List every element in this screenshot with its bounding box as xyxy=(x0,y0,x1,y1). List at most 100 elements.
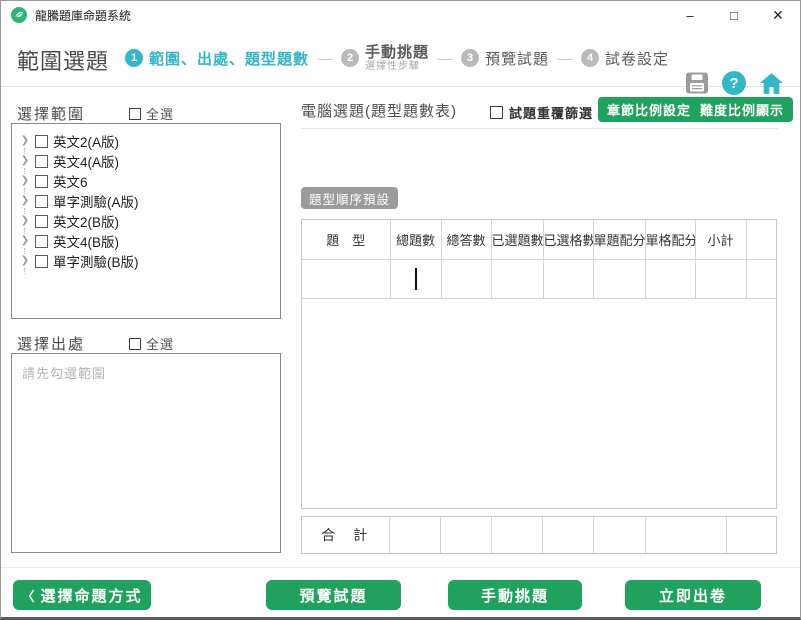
duplicate-filter-label: 試題重覆篩選 xyxy=(509,103,593,122)
tree-item-vocab-b[interactable]: ❯ 單字測驗(B版) xyxy=(19,251,280,271)
step-2-subtitle: 選擇性步驟 xyxy=(365,61,429,73)
maximize-button[interactable]: □ xyxy=(712,1,756,29)
col-header-selected-blanks: 已選格數 xyxy=(543,220,593,259)
tree-item-checkbox[interactable] xyxy=(35,255,48,268)
tree-item-label: 英文2(A版) xyxy=(53,131,119,151)
step-1-range[interactable]: 1 範圍、出處、題型題數 xyxy=(125,48,309,69)
tree-item-checkbox[interactable] xyxy=(35,135,48,148)
table-header-row: 題 型 總題數 總答數 已選題數 已選格數 單題配分 單格配分 小計 xyxy=(302,220,776,259)
home-icon[interactable] xyxy=(759,72,784,95)
back-button-label: 選擇命題方式 xyxy=(41,585,143,606)
range-select-all-label: 全選 xyxy=(146,104,174,123)
range-tree: ❯ 英文2(A版) ❯ 英文4(A版) ❯ 英文6 ❯ 單字測驗(A版) ❯ xyxy=(12,124,280,271)
chevron-right-icon[interactable]: ❯ xyxy=(19,195,31,207)
step-separator: — xyxy=(438,50,452,66)
step-2-badge: 2 xyxy=(341,49,359,67)
step-4-label: 試卷設定 xyxy=(605,48,669,69)
back-to-method-button[interactable]: 〈 選擇命題方式 xyxy=(13,580,151,610)
tree-item-vocab-a[interactable]: ❯ 單字測驗(A版) xyxy=(19,191,280,211)
help-icon[interactable]: ? xyxy=(722,71,746,95)
page-title: 範圍選題 xyxy=(17,44,109,76)
generate-paper-button[interactable]: 立即出卷 xyxy=(625,580,761,610)
source-select-all-label: 全選 xyxy=(146,334,174,353)
step-2-manual-pick[interactable]: 2 手動挑題 選擇性步驟 xyxy=(341,44,429,73)
chevron-right-icon[interactable]: ❯ xyxy=(19,155,31,167)
tree-item-checkbox[interactable] xyxy=(35,215,48,228)
step-4-badge: 4 xyxy=(581,49,599,67)
window-controls: – □ ✕ xyxy=(668,1,800,29)
tree-item-checkbox[interactable] xyxy=(35,175,48,188)
question-type-order-preset-button[interactable]: 題型順序預設 xyxy=(301,187,398,209)
source-section-title: 選擇出處 xyxy=(17,333,85,354)
tree-item-label: 英文4(A版) xyxy=(53,151,119,171)
cell-question-type[interactable] xyxy=(302,259,390,298)
save-icon[interactable] xyxy=(685,72,709,94)
source-select-all[interactable]: 全選 xyxy=(129,334,174,353)
cell-selected-questions[interactable] xyxy=(491,259,543,298)
totals-cell xyxy=(593,517,645,553)
col-header-points-per-blank: 單格配分 xyxy=(645,220,695,259)
cell-subtotal[interactable] xyxy=(695,259,746,298)
step-2-label: 手動挑題 xyxy=(365,44,429,61)
col-header-total-questions: 總題數 xyxy=(390,220,441,259)
col-header-subtotal: 小計 xyxy=(695,220,746,259)
tree-item-label: 英文4(B版) xyxy=(53,231,119,251)
step-3-badge: 3 xyxy=(461,49,479,67)
col-header-total-answers: 總答數 xyxy=(441,220,491,259)
cell-points-per-blank[interactable] xyxy=(645,259,695,298)
range-select-all-checkbox[interactable] xyxy=(129,108,141,120)
totals-label: 合 計 xyxy=(302,517,389,553)
step-3-label: 預覽試題 xyxy=(485,48,549,69)
chevron-right-icon[interactable]: ❯ xyxy=(19,135,31,147)
step-4-paper-settings[interactable]: 4 試卷設定 xyxy=(581,48,669,69)
totals-cell xyxy=(440,517,491,553)
chevron-right-icon[interactable]: ❯ xyxy=(19,235,31,247)
app-window: 龍騰題庫命題系統 – □ ✕ 範圍選題 1 範圍、出處、題型題數 — 2 手動挑… xyxy=(0,0,801,620)
cell-total-answers[interactable] xyxy=(441,259,491,298)
preview-questions-button[interactable]: 預覽試題 xyxy=(266,580,401,610)
range-select-all[interactable]: 全選 xyxy=(129,104,174,123)
cell-points-per-question[interactable] xyxy=(593,259,645,298)
close-button[interactable]: ✕ xyxy=(756,1,800,29)
tree-item-checkbox[interactable] xyxy=(35,235,48,248)
chevron-right-icon[interactable]: ❯ xyxy=(19,255,31,267)
footer-bar: 〈 選擇命題方式 預覽試題 手動挑題 立即出卷 xyxy=(1,567,800,618)
tree-item-eng2a[interactable]: ❯ 英文2(A版) xyxy=(19,131,280,151)
cell-total-questions[interactable] xyxy=(390,259,441,298)
tree-item-eng6[interactable]: ❯ 英文6 xyxy=(19,171,280,191)
totals-cell xyxy=(542,517,593,553)
tree-item-eng2b[interactable]: ❯ 英文2(B版) xyxy=(19,211,280,231)
chapter-ratio-button[interactable]: 章節比例設定 xyxy=(598,97,700,122)
tree-item-label: 英文6 xyxy=(53,171,88,191)
totals-cell xyxy=(491,517,542,553)
source-select-all-checkbox[interactable] xyxy=(129,338,141,350)
difficulty-ratio-button[interactable]: 難度比例顯示 xyxy=(691,97,793,122)
totals-row: 合 計 xyxy=(301,516,777,554)
step-separator: — xyxy=(558,50,572,66)
step-separator: — xyxy=(318,50,332,66)
panel-divider xyxy=(301,128,778,129)
step-1-badge: 1 xyxy=(125,49,143,67)
app-logo-icon xyxy=(11,7,27,23)
tree-item-checkbox[interactable] xyxy=(35,195,48,208)
chevron-right-icon[interactable]: ❯ xyxy=(19,175,31,187)
duplicate-filter[interactable]: 試題重覆篩選 xyxy=(490,103,593,122)
source-placeholder-text: 請先勾選範圍 xyxy=(12,354,280,391)
tree-item-eng4b[interactable]: ❯ 英文4(B版) xyxy=(19,231,280,251)
question-type-table: 題 型 總題數 總答數 已選題數 已選格數 單題配分 單格配分 小計 xyxy=(301,219,777,509)
minimize-button[interactable]: – xyxy=(668,1,712,29)
source-list-panel: 請先勾選範圍 xyxy=(11,353,281,553)
manual-pick-button[interactable]: 手動挑題 xyxy=(448,580,582,610)
duplicate-filter-checkbox[interactable] xyxy=(490,106,503,119)
chevron-right-icon[interactable]: ❯ xyxy=(19,215,31,227)
step-indicator: 1 範圍、出處、題型題數 — 2 手動挑題 選擇性步驟 — 3 預覽試題 — 4… xyxy=(125,29,669,87)
tree-item-label: 單字測驗(B版) xyxy=(53,251,139,271)
step-3-preview[interactable]: 3 預覽試題 xyxy=(461,48,549,69)
tree-item-eng4a[interactable]: ❯ 英文4(A版) xyxy=(19,151,280,171)
tree-item-checkbox[interactable] xyxy=(35,155,48,168)
tree-item-label: 單字測驗(A版) xyxy=(53,191,139,211)
tree-item-label: 英文2(B版) xyxy=(53,211,119,231)
title-bar: 龍騰題庫命題系統 – □ ✕ xyxy=(1,1,800,29)
cell-selected-blanks[interactable] xyxy=(543,259,593,298)
table-row xyxy=(302,259,776,298)
